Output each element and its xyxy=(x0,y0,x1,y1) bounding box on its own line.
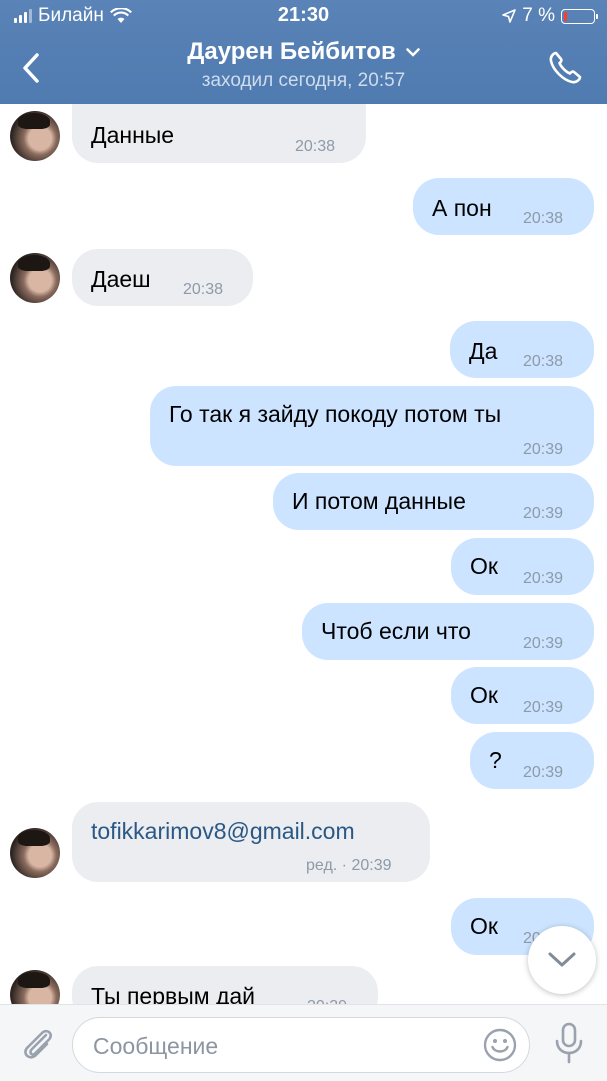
message-time: 20:39 xyxy=(523,441,564,458)
chevron-down-icon xyxy=(405,47,420,57)
emoji-button[interactable] xyxy=(483,1028,517,1062)
microphone-icon xyxy=(555,1022,583,1064)
contact-name: Даурен Бейбитов xyxy=(187,38,396,65)
message-bubble[interactable]: Данные 20:38 xyxy=(72,104,366,163)
message-text: Ок xyxy=(470,553,498,579)
message-time: 20:38 xyxy=(523,210,564,227)
message-input-wrapper xyxy=(72,1017,530,1073)
status-bar: Билайн 21:30 7 % xyxy=(0,0,607,32)
email-link[interactable]: tofikkarimov8@gmail.com xyxy=(91,817,355,845)
message-bubble[interactable]: Ок 20:39 xyxy=(451,538,594,595)
paperclip-icon xyxy=(24,1029,52,1059)
message-time: 20:39 xyxy=(523,635,564,652)
battery-icon xyxy=(561,8,598,24)
chevron-down-icon xyxy=(548,952,576,967)
message-bubble[interactable]: Да 20:38 xyxy=(450,321,594,378)
message-bubble[interactable]: Чтоб если что 20:39 xyxy=(302,603,594,660)
message-text: Чтоб если что xyxy=(321,618,471,644)
message-bubble[interactable]: tofikkarimov8@gmail.com ред. · 20:39 xyxy=(72,802,430,882)
avatar[interactable] xyxy=(10,111,60,161)
message-time: 20:39 xyxy=(523,505,564,522)
avatar[interactable] xyxy=(10,828,60,878)
message-text: Ты первым дай xyxy=(91,983,256,1004)
message-bubble[interactable]: Даеш 20:38 xyxy=(72,249,253,306)
last-seen-status: заходил сегодня, 20:57 xyxy=(201,70,406,91)
back-chevron-icon xyxy=(23,53,39,83)
battery-percent: 7 % xyxy=(522,5,555,26)
back-button[interactable] xyxy=(14,48,48,88)
scroll-to-bottom-button[interactable] xyxy=(528,926,596,994)
location-arrow-icon xyxy=(502,9,517,23)
message-text: Го так я зайду покоду потом ты xyxy=(169,401,502,427)
avatar[interactable] xyxy=(10,970,60,1004)
chat-header: Билайн 21:30 7 % Даурен Бейбитов заходил… xyxy=(0,0,607,104)
message-text: Даеш xyxy=(91,266,151,292)
message-time: 20:39 xyxy=(523,699,564,716)
message-time: 20:39 xyxy=(523,570,564,587)
status-right: 7 % xyxy=(502,5,598,27)
message-text: Данные xyxy=(91,122,175,148)
message-text: Ок xyxy=(470,913,498,939)
call-button[interactable] xyxy=(545,48,585,88)
voice-message-button[interactable] xyxy=(550,1021,588,1065)
message-text: Да xyxy=(469,338,498,364)
message-list[interactable]: Данные 20:38 А пон 20:38 Даеш 20:38 Да 2… xyxy=(0,104,607,1004)
message-input[interactable] xyxy=(91,1028,475,1064)
avatar[interactable] xyxy=(10,253,60,303)
message-composer xyxy=(0,1004,607,1081)
phone-icon xyxy=(549,51,582,84)
message-time: ред. · 20:39 xyxy=(306,857,392,874)
message-text: И потом данные xyxy=(292,488,466,514)
message-time: 20:39 xyxy=(523,764,564,781)
message-bubble[interactable]: Ты первым дай 20:39 xyxy=(72,966,378,1004)
attach-button[interactable] xyxy=(18,1023,58,1063)
message-text: Ок xyxy=(470,682,498,708)
message-time: 20:38 xyxy=(523,353,564,370)
message-bubble[interactable]: Го так я зайду покоду потом ты 20:39 xyxy=(150,386,594,466)
contact-name-row: Даурен Бейбитов xyxy=(187,38,420,66)
message-time: 20:39 xyxy=(307,993,347,1004)
message-text: А пон xyxy=(432,195,492,221)
message-bubble[interactable]: А пон 20:38 xyxy=(413,178,594,235)
message-time: 20:38 xyxy=(183,281,224,298)
contact-title-button[interactable]: Даурен Бейбитов заходил сегодня, 20:57 xyxy=(120,38,487,92)
message-time: 20:38 xyxy=(295,138,336,155)
message-bubble[interactable]: И потом данные 20:39 xyxy=(273,473,594,530)
message-bubble[interactable]: ? 20:39 xyxy=(470,732,594,789)
message-bubble[interactable]: Ок 20:39 xyxy=(451,667,594,724)
smiley-icon xyxy=(483,1028,517,1062)
message-text: ? xyxy=(489,747,502,773)
